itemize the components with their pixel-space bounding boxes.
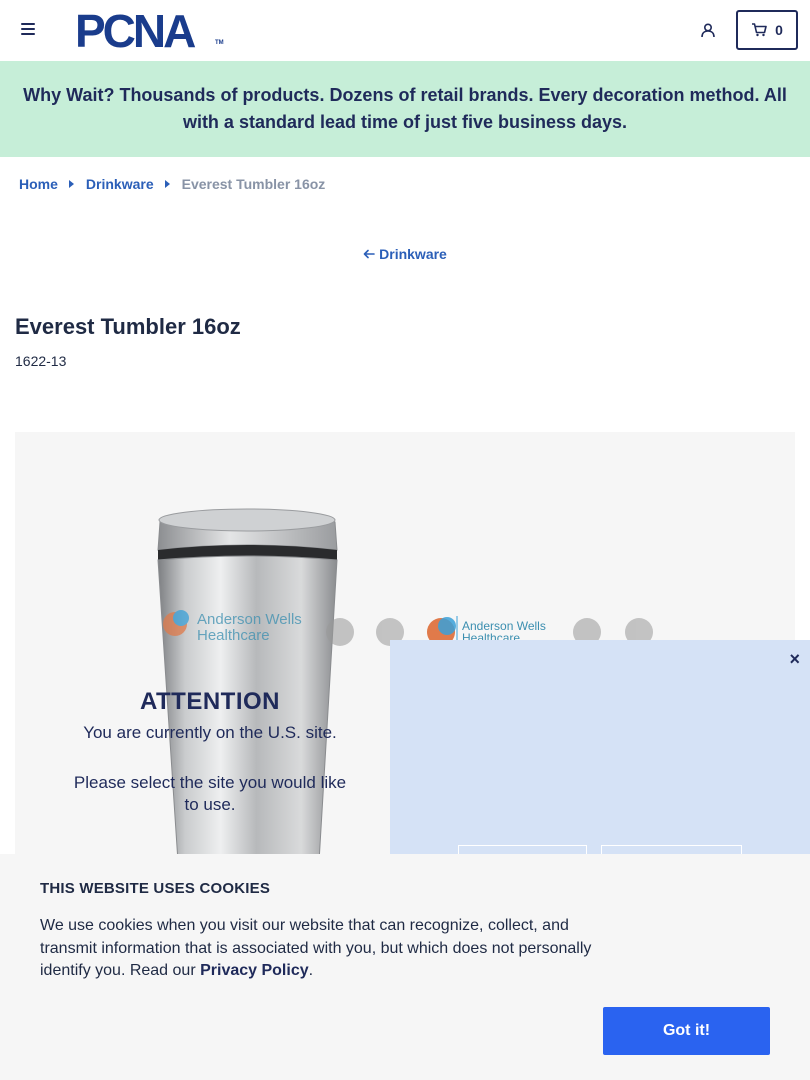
modal-current-site-text: You are currently on the U.S. site.	[83, 723, 337, 742]
close-icon[interactable]: ×	[789, 649, 800, 670]
breadcrumb-home[interactable]: Home	[19, 176, 58, 192]
caret-right-icon	[164, 180, 170, 188]
menu-icon[interactable]	[21, 23, 35, 37]
cookie-body: We use cookies when you visit our websit…	[40, 915, 610, 983]
cookie-body-text: We use cookies when you visit our websit…	[40, 917, 592, 979]
modal-title: ATTENTION	[139, 688, 281, 715]
cookie-title: THIS WEBSITE USES COOKIES	[40, 880, 271, 897]
tumbler-imprint-line2: Healthcare	[197, 627, 270, 644]
product-sku: 1622-13	[15, 353, 67, 369]
cookie-body-suffix: .	[308, 962, 314, 979]
tumbler-imprint-line1: Anderson Wells	[197, 611, 302, 628]
back-to-drinkware-link[interactable]: Drinkware	[363, 246, 447, 262]
logo-text: PCNA	[75, 5, 196, 57]
logo-trademark: TM	[215, 40, 224, 46]
cart-button[interactable]: 0	[736, 10, 798, 50]
back-link-label: Drinkware	[379, 246, 447, 262]
accept-cookies-button[interactable]: Got it!	[603, 1007, 770, 1055]
cart-icon	[752, 23, 767, 37]
breadcrumb: Home Drinkware Everest Tumbler 16oz	[19, 175, 325, 193]
breadcrumb-current: Everest Tumbler 16oz	[181, 176, 326, 192]
product-title: Everest Tumbler 16oz	[15, 314, 241, 339]
breadcrumb-drinkware[interactable]: Drinkware	[86, 176, 154, 192]
cart-count: 0	[775, 22, 783, 38]
account-icon[interactable]	[700, 22, 716, 38]
privacy-policy-link[interactable]: Privacy Policy	[200, 962, 309, 979]
site-header: PCNA TM 0	[0, 0, 810, 61]
caret-right-icon	[68, 180, 74, 188]
promo-banner-text: Why Wait? Thousands of products. Dozens …	[23, 85, 787, 132]
modal-select-site-text: Please select the site you would like to…	[73, 773, 347, 814]
pcna-logo[interactable]: PCNA TM	[75, 8, 225, 54]
back-link-container: Drinkware	[0, 246, 810, 262]
arrow-left-icon	[363, 249, 375, 259]
promo-banner: Why Wait? Thousands of products. Dozens …	[0, 61, 810, 157]
